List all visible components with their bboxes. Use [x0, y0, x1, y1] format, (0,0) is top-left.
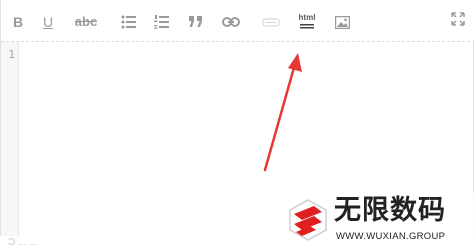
wuxian-logo-icon: [289, 199, 327, 241]
underline-icon: U: [42, 14, 54, 30]
watermark-title: 无限数码: [334, 195, 446, 226]
line-number-gutter: 1: [1, 42, 19, 236]
bullet-list-icon: [121, 15, 136, 29]
quote-icon: [189, 16, 202, 27]
line-number: 1: [8, 48, 15, 61]
image-icon: [334, 15, 350, 29]
link-button[interactable]: [221, 12, 241, 32]
numbered-list-icon: [154, 15, 169, 29]
watermark: 无限数码 WWW.WUXIAN.GROUP: [284, 193, 474, 249]
underline-button[interactable]: U: [41, 12, 55, 32]
bold-icon: B: [12, 14, 24, 30]
fullscreen-icon: [451, 12, 465, 26]
horizontal-rule-button[interactable]: [261, 12, 281, 32]
editor-toolbar: B U abc html: [1, 0, 474, 42]
image-button[interactable]: [334, 12, 350, 32]
strikethrough-icon: abc: [74, 14, 98, 29]
bold-button[interactable]: B: [11, 12, 25, 32]
fullscreen-button[interactable]: [451, 12, 467, 28]
bullet-list-button[interactable]: [121, 12, 137, 32]
numbered-list-button[interactable]: [154, 12, 170, 32]
horizontal-rule-icon: [262, 18, 280, 27]
watermark-subtitle: WWW.WUXIAN.GROUP: [336, 231, 446, 242]
html-icon-lines: [300, 23, 314, 28]
html-icon: html: [298, 12, 316, 22]
quote-button[interactable]: [188, 12, 204, 32]
strikethrough-button[interactable]: abc: [72, 12, 100, 32]
link-icon: [222, 17, 240, 27]
html-button[interactable]: html: [295, 8, 319, 34]
footer-text: Ɔ ... ...: [8, 237, 38, 248]
